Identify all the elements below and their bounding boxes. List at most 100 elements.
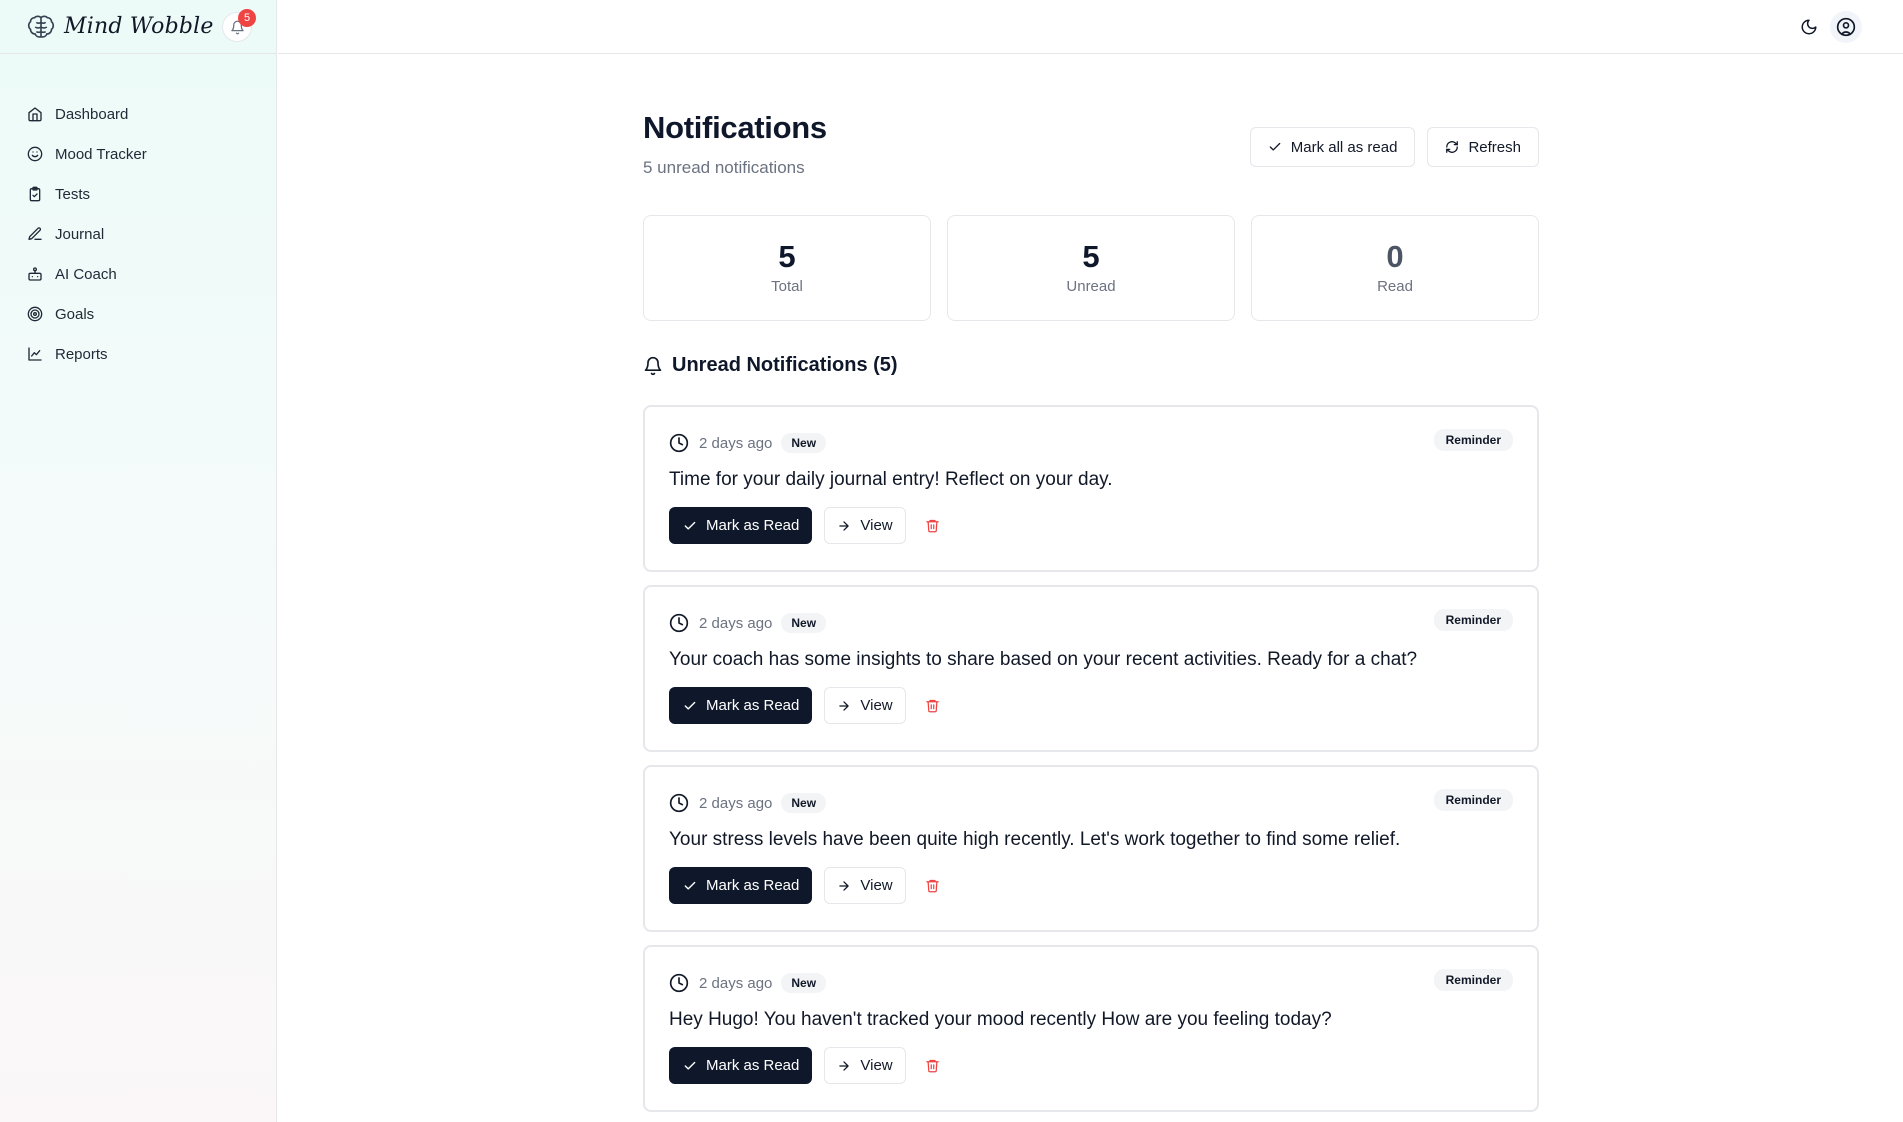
user-circle-icon: [1836, 17, 1856, 37]
clock-icon: [669, 613, 689, 633]
new-badge: New: [781, 793, 827, 813]
sidebar-item-label: Goals: [55, 305, 95, 323]
mark-as-read-button[interactable]: Mark as Read: [669, 687, 813, 724]
notification-time: 2 days ago: [699, 434, 773, 452]
mark-as-read-label: Mark as Read: [706, 1057, 800, 1074]
account-button[interactable]: [1830, 11, 1862, 43]
check-icon: [683, 699, 697, 713]
theme-toggle-button[interactable]: [1793, 11, 1825, 43]
view-button[interactable]: View: [824, 687, 906, 724]
bell-icon: [643, 356, 663, 376]
pen-icon: [27, 226, 43, 242]
notification-actions: Mark as Read View: [669, 507, 1513, 544]
notifications-bell-button[interactable]: 5: [222, 9, 256, 42]
type-badge: Reminder: [1433, 609, 1513, 631]
page-title: Notifications: [643, 110, 827, 145]
notification-actions: Mark as Read View: [669, 867, 1513, 904]
sidebar-item-label: AI Coach: [55, 265, 117, 283]
page-subtitle: 5 unread notifications: [643, 158, 805, 177]
view-button[interactable]: View: [824, 507, 906, 544]
type-badge: Reminder: [1433, 969, 1513, 991]
mark-as-read-button[interactable]: Mark as Read: [669, 867, 813, 904]
brain-logo-icon: [26, 12, 56, 42]
delete-button[interactable]: [918, 691, 948, 721]
check-icon: [683, 1059, 697, 1073]
notification-time: 2 days ago: [699, 794, 773, 812]
home-icon: [27, 106, 43, 122]
stat-value: 0: [1386, 239, 1404, 274]
notification-message: Hey Hugo! You haven't tracked your mood …: [669, 1009, 1332, 1030]
sidebar-item-ai-coach[interactable]: AI Coach: [0, 254, 276, 294]
notification-card: 2 days ago New Reminder Hey Hugo! You ha…: [643, 945, 1539, 1112]
arrow-right-icon: [837, 519, 851, 533]
stat-value: 5: [1082, 239, 1100, 274]
type-badge: Reminder: [1433, 429, 1513, 451]
delete-button[interactable]: [918, 511, 948, 541]
refresh-icon: [1445, 140, 1459, 154]
notification-time: 2 days ago: [699, 614, 773, 632]
check-icon: [1268, 140, 1282, 154]
stat-label: Total: [771, 278, 803, 295]
new-badge: New: [781, 613, 827, 633]
notification-actions: Mark as Read View: [669, 1047, 1513, 1084]
delete-button[interactable]: [918, 1051, 948, 1081]
mark-as-read-label: Mark as Read: [706, 877, 800, 894]
app-name: Mind Wobble: [64, 14, 214, 39]
stats-row: 5 Total 5 Unread 0 Read: [643, 215, 1539, 321]
view-label: View: [860, 1057, 893, 1074]
sidebar-nav: Dashboard Mood Tracker Tests Journal AI …: [0, 94, 276, 374]
new-badge: New: [781, 433, 827, 453]
sidebar-item-journal[interactable]: Journal: [0, 214, 276, 254]
notification-time: 2 days ago: [699, 974, 773, 992]
sidebar-item-label: Reports: [55, 345, 108, 363]
sidebar-item-reports[interactable]: Reports: [0, 334, 276, 374]
stat-label: Unread: [1066, 278, 1116, 295]
arrow-right-icon: [837, 1059, 851, 1073]
view-label: View: [860, 877, 893, 894]
notification-meta: 2 days ago New: [669, 791, 1513, 815]
mark-as-read-label: Mark as Read: [706, 517, 800, 534]
notification-card: 2 days ago New Reminder Time for your da…: [643, 405, 1539, 572]
view-label: View: [860, 517, 893, 534]
notification-card: 2 days ago New Reminder Your stress leve…: [643, 765, 1539, 932]
target-icon: [27, 306, 43, 322]
trash-icon: [925, 698, 940, 713]
refresh-button[interactable]: Refresh: [1427, 127, 1539, 167]
stat-value: 5: [778, 239, 796, 274]
mark-all-read-button[interactable]: Mark all as read: [1249, 127, 1416, 167]
sidebar-item-label: Journal: [55, 225, 105, 243]
smile-icon: [27, 146, 43, 162]
notification-message: Time for your daily journal entry! Refle…: [669, 469, 1113, 490]
section-title: Unread Notifications (5): [643, 354, 898, 377]
sidebar-item-mood-tracker[interactable]: Mood Tracker: [0, 134, 276, 174]
notification-actions: Mark as Read View: [669, 687, 1513, 724]
sidebar-item-label: Tests: [55, 185, 91, 203]
mark-all-read-label: Mark all as read: [1290, 138, 1398, 156]
bot-icon: [27, 266, 43, 282]
notification-card: 2 days ago New Reminder Your coach has s…: [643, 585, 1539, 752]
new-badge: New: [781, 973, 827, 993]
refresh-label: Refresh: [1468, 138, 1521, 156]
sidebar-item-goals[interactable]: Goals: [0, 294, 276, 334]
sidebar-item-dashboard[interactable]: Dashboard: [0, 94, 276, 134]
delete-button[interactable]: [918, 871, 948, 901]
clock-icon: [669, 793, 689, 813]
header-actions: Mark all as read Refresh: [1249, 127, 1539, 167]
clock-icon: [669, 433, 689, 453]
mark-as-read-button[interactable]: Mark as Read: [669, 1047, 813, 1084]
line-chart-icon: [27, 346, 43, 362]
sidebar-item-tests[interactable]: Tests: [0, 174, 276, 214]
moon-icon: [1800, 18, 1818, 36]
mark-as-read-button[interactable]: Mark as Read: [669, 507, 813, 544]
arrow-right-icon: [837, 699, 851, 713]
view-button[interactable]: View: [824, 1047, 906, 1084]
stat-label: Read: [1377, 278, 1413, 295]
check-icon: [683, 519, 697, 533]
stat-card-read: 0 Read: [1251, 215, 1539, 321]
sidebar-item-label: Mood Tracker: [55, 145, 147, 163]
view-button[interactable]: View: [824, 867, 906, 904]
notification-meta: 2 days ago New: [669, 611, 1513, 635]
notification-message: Your coach has some insights to share ba…: [669, 649, 1418, 670]
mark-as-read-label: Mark as Read: [706, 697, 800, 714]
notification-message: Your stress levels have been quite high …: [669, 829, 1401, 850]
